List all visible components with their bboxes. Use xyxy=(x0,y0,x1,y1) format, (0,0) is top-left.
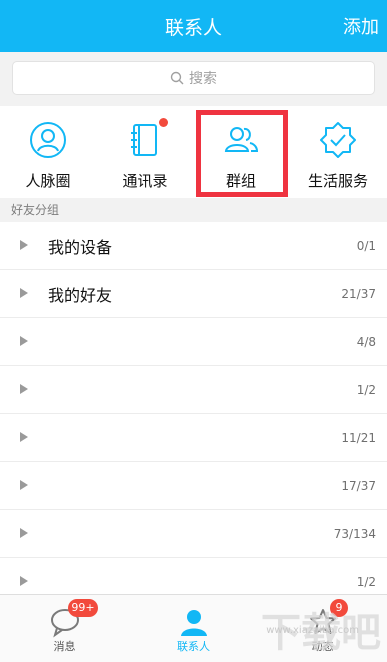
tab-label: 消息 xyxy=(53,640,76,653)
quick-actions: 人脉圈 通讯录 群组 生活服务 xyxy=(0,106,387,198)
add-button[interactable]: 添加 xyxy=(343,13,379,39)
expand-arrow-icon xyxy=(20,336,28,346)
search-icon xyxy=(170,71,184,85)
group-name: 我的设备 xyxy=(48,238,113,257)
expand-arrow-icon xyxy=(20,432,28,442)
group-row[interactable]: 73/134 xyxy=(0,510,387,558)
group-count: 17/37 xyxy=(341,479,376,493)
group-count: 1/2 xyxy=(356,575,376,589)
page-title: 联系人 xyxy=(164,17,222,39)
expand-arrow-icon xyxy=(20,288,28,298)
expand-arrow-icon xyxy=(20,240,28,250)
search-area: 搜索 xyxy=(0,52,387,106)
group-count: 0/1 xyxy=(356,239,376,253)
expand-arrow-icon xyxy=(20,384,28,394)
group-row[interactable]: 4/8 xyxy=(0,318,387,366)
tab-label: 联系人 xyxy=(177,640,210,653)
group-count: 73/134 xyxy=(333,527,376,541)
group-list: 我的设备 0/1 我的好友 21/37 4/8 1/2 11/21 17/37 … xyxy=(0,222,387,606)
expand-arrow-icon xyxy=(20,480,28,490)
expand-arrow-icon xyxy=(20,576,28,586)
group-count: 4/8 xyxy=(356,335,376,349)
messages-badge: 99+ xyxy=(68,599,98,617)
friend-groups-header: 好友分组 xyxy=(0,198,387,222)
group-row[interactable]: 11/21 xyxy=(0,414,387,462)
quick-action-label: 通讯录 xyxy=(122,172,168,190)
group-count: 1/2 xyxy=(356,383,376,397)
group-row[interactable]: 我的好友 21/37 xyxy=(0,270,387,318)
highlight-box xyxy=(196,110,288,197)
quick-action-address-book[interactable]: 通讯录 xyxy=(97,106,193,198)
expand-arrow-icon xyxy=(20,528,28,538)
quick-action-people-circle[interactable]: 人脉圈 xyxy=(0,106,96,198)
group-row[interactable]: 17/37 xyxy=(0,462,387,510)
watermark-url: www.xiazaiba.com xyxy=(266,625,359,636)
group-row[interactable]: 1/2 xyxy=(0,366,387,414)
quick-action-life-services[interactable]: 生活服务 xyxy=(290,106,386,198)
notification-dot xyxy=(159,118,168,127)
person-circle-icon xyxy=(30,122,66,158)
quick-action-label: 人脉圈 xyxy=(25,172,71,190)
tab-messages[interactable]: 99+ 消息 xyxy=(0,595,129,662)
contacts-person-icon xyxy=(180,610,207,636)
service-badge-icon xyxy=(320,122,356,158)
top-bar: 联系人 添加 xyxy=(0,0,387,52)
group-row[interactable]: 我的设备 0/1 xyxy=(0,222,387,270)
tab-contacts[interactable]: 联系人 xyxy=(129,595,258,662)
group-count: 11/21 xyxy=(341,431,376,445)
quick-action-label: 生活服务 xyxy=(307,172,368,190)
group-name: 我的好友 xyxy=(48,286,113,305)
search-input[interactable]: 搜索 xyxy=(12,61,375,95)
address-book-icon xyxy=(131,124,157,156)
search-placeholder: 搜索 xyxy=(189,71,217,87)
group-count: 21/37 xyxy=(341,287,376,301)
